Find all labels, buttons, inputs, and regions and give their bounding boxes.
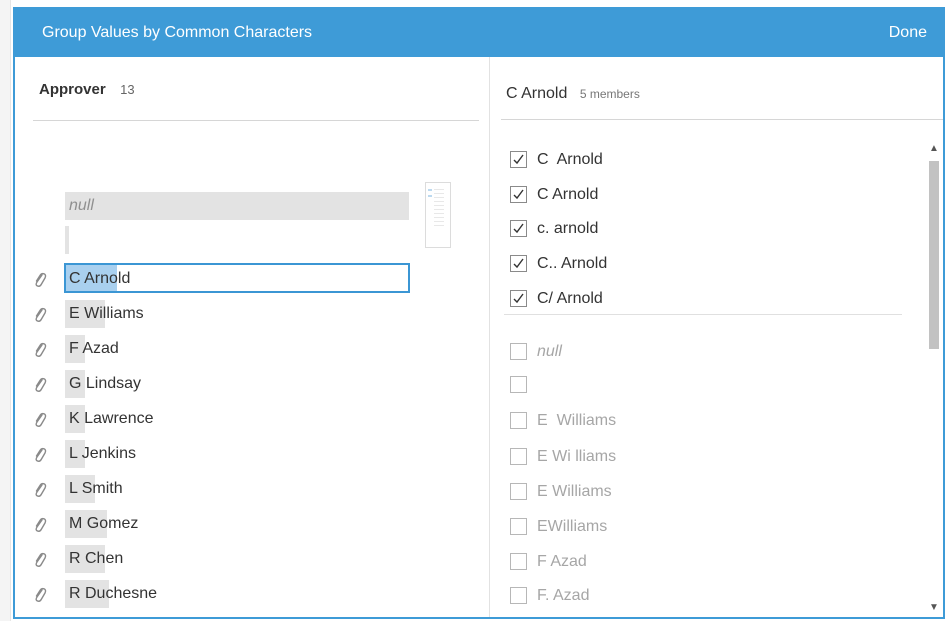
member-label: c. arnold <box>537 220 599 237</box>
member-checkbox-row[interactable]: E Wi lliams <box>510 442 910 474</box>
checkbox[interactable] <box>510 343 527 360</box>
group-values-dialog: Group Values by Common Characters Done A… <box>13 7 945 619</box>
value-frequency-bar <box>65 192 409 220</box>
scroll-up-arrow-icon[interactable]: ▲ <box>929 143 939 154</box>
field-values-pane: Approver 13 null C Arnold E Williams F Azad… <box>15 57 489 617</box>
value-label: M Gomez <box>69 515 139 532</box>
group-name: C Arnold <box>506 85 568 102</box>
value-row[interactable]: F Azad <box>15 333 489 367</box>
value-frequency-bar <box>65 226 69 254</box>
paperclip-icon <box>32 446 48 464</box>
paperclip-icon <box>32 551 48 569</box>
value-label: R Duchesne <box>69 585 158 602</box>
value-row[interactable] <box>15 224 489 258</box>
member-list-scrollbar[interactable]: ▲ ▼ <box>925 135 943 617</box>
field-header: Approver 13 <box>39 81 135 99</box>
member-checkbox-row[interactable]: C Arnold <box>510 180 910 212</box>
paperclip-icon <box>32 481 48 499</box>
checkbox[interactable] <box>510 448 527 465</box>
member-checkbox-row[interactable]: E Williams <box>510 477 910 509</box>
scroll-thumb[interactable] <box>929 161 939 349</box>
value-row[interactable]: R Duchesne <box>15 578 489 612</box>
checkbox[interactable] <box>510 412 527 429</box>
field-name: Approver <box>39 81 106 98</box>
member-checkbox-row[interactable]: EWilliams <box>510 512 910 544</box>
value-row[interactable]: E Williams <box>15 298 489 332</box>
checkbox[interactable] <box>510 553 527 570</box>
value-label: F Azad <box>69 340 119 357</box>
value-label: R Chen <box>69 550 124 567</box>
member-label: C Arnold <box>537 186 599 203</box>
value-row[interactable]: null <box>15 190 489 224</box>
divider <box>33 120 479 121</box>
checkbox[interactable] <box>510 483 527 500</box>
value-label: L Smith <box>69 480 123 497</box>
paperclip-icon <box>32 376 48 394</box>
value-row[interactable]: R Chen <box>15 543 489 577</box>
value-label: null <box>69 197 94 214</box>
field-value-count: 13 <box>120 82 135 97</box>
group-members-pane: C Arnold 5 members C Arnold C Arnold c. ar… <box>490 57 943 617</box>
member-label: E Wi lliams <box>537 448 617 465</box>
done-button[interactable]: Done <box>889 24 927 42</box>
checkbox[interactable] <box>510 587 527 604</box>
member-checkbox-row[interactable]: C.. Arnold <box>510 249 910 281</box>
dialog-title: Group Values by Common Characters <box>42 24 313 41</box>
paperclip-icon <box>32 411 48 429</box>
member-label: EWilliams <box>537 518 608 535</box>
value-row[interactable]: C Arnold <box>15 263 489 297</box>
member-label: C/ Arnold <box>537 290 603 307</box>
value-label: E Williams <box>69 305 144 322</box>
member-count: 5 members <box>579 87 640 101</box>
checkbox[interactable] <box>510 255 527 272</box>
value-row[interactable]: L Jenkins <box>15 438 489 472</box>
paperclip-icon <box>32 271 48 289</box>
divider <box>501 119 943 120</box>
member-label: E Williams <box>537 412 617 429</box>
member-checkbox-row[interactable]: F. Azad <box>510 581 910 613</box>
value-label: G Lindsay <box>69 375 142 392</box>
value-row[interactable]: L Smith <box>15 473 489 507</box>
checkbox[interactable] <box>510 518 527 535</box>
member-checkbox-row[interactable]: E Williams <box>510 406 910 438</box>
value-label: L Jenkins <box>69 445 136 462</box>
member-checkbox-row[interactable]: C/ Arnold <box>510 284 910 316</box>
checkbox[interactable] <box>510 186 527 203</box>
paperclip-icon <box>32 306 48 324</box>
member-checkbox-row[interactable] <box>510 370 910 402</box>
member-label: C Arnold <box>537 151 603 168</box>
paperclip-icon <box>32 341 48 359</box>
paperclip-icon <box>32 516 48 534</box>
value-row[interactable]: M Gomez <box>15 508 489 542</box>
group-header: C Arnold 5 members <box>506 85 640 103</box>
member-checkbox-row[interactable]: C Arnold <box>510 145 910 177</box>
checkbox[interactable] <box>510 290 527 307</box>
member-checkbox-row[interactable]: c. arnold <box>510 214 910 246</box>
page-edge <box>0 0 11 621</box>
value-label: K Lawrence <box>69 410 154 427</box>
value-row[interactable]: K Lawrence <box>15 403 489 437</box>
member-checkbox-row[interactable]: null <box>510 337 910 369</box>
member-label: F Azad <box>537 553 587 570</box>
checkbox[interactable] <box>510 151 527 168</box>
member-checkbox-row[interactable]: F Azad <box>510 547 910 579</box>
dialog-header: Group Values by Common Characters Done <box>15 9 943 57</box>
checkbox[interactable] <box>510 376 527 393</box>
member-label: F. Azad <box>537 587 590 604</box>
value-label: C Arnold <box>69 270 131 287</box>
member-label: E Williams <box>537 483 612 500</box>
member-label: null <box>537 343 562 360</box>
member-label: C.. Arnold <box>537 255 608 272</box>
value-row[interactable]: G Lindsay <box>15 368 489 402</box>
paperclip-icon <box>32 586 48 604</box>
scroll-down-arrow-icon[interactable]: ▼ <box>929 602 939 613</box>
checkbox[interactable] <box>510 220 527 237</box>
